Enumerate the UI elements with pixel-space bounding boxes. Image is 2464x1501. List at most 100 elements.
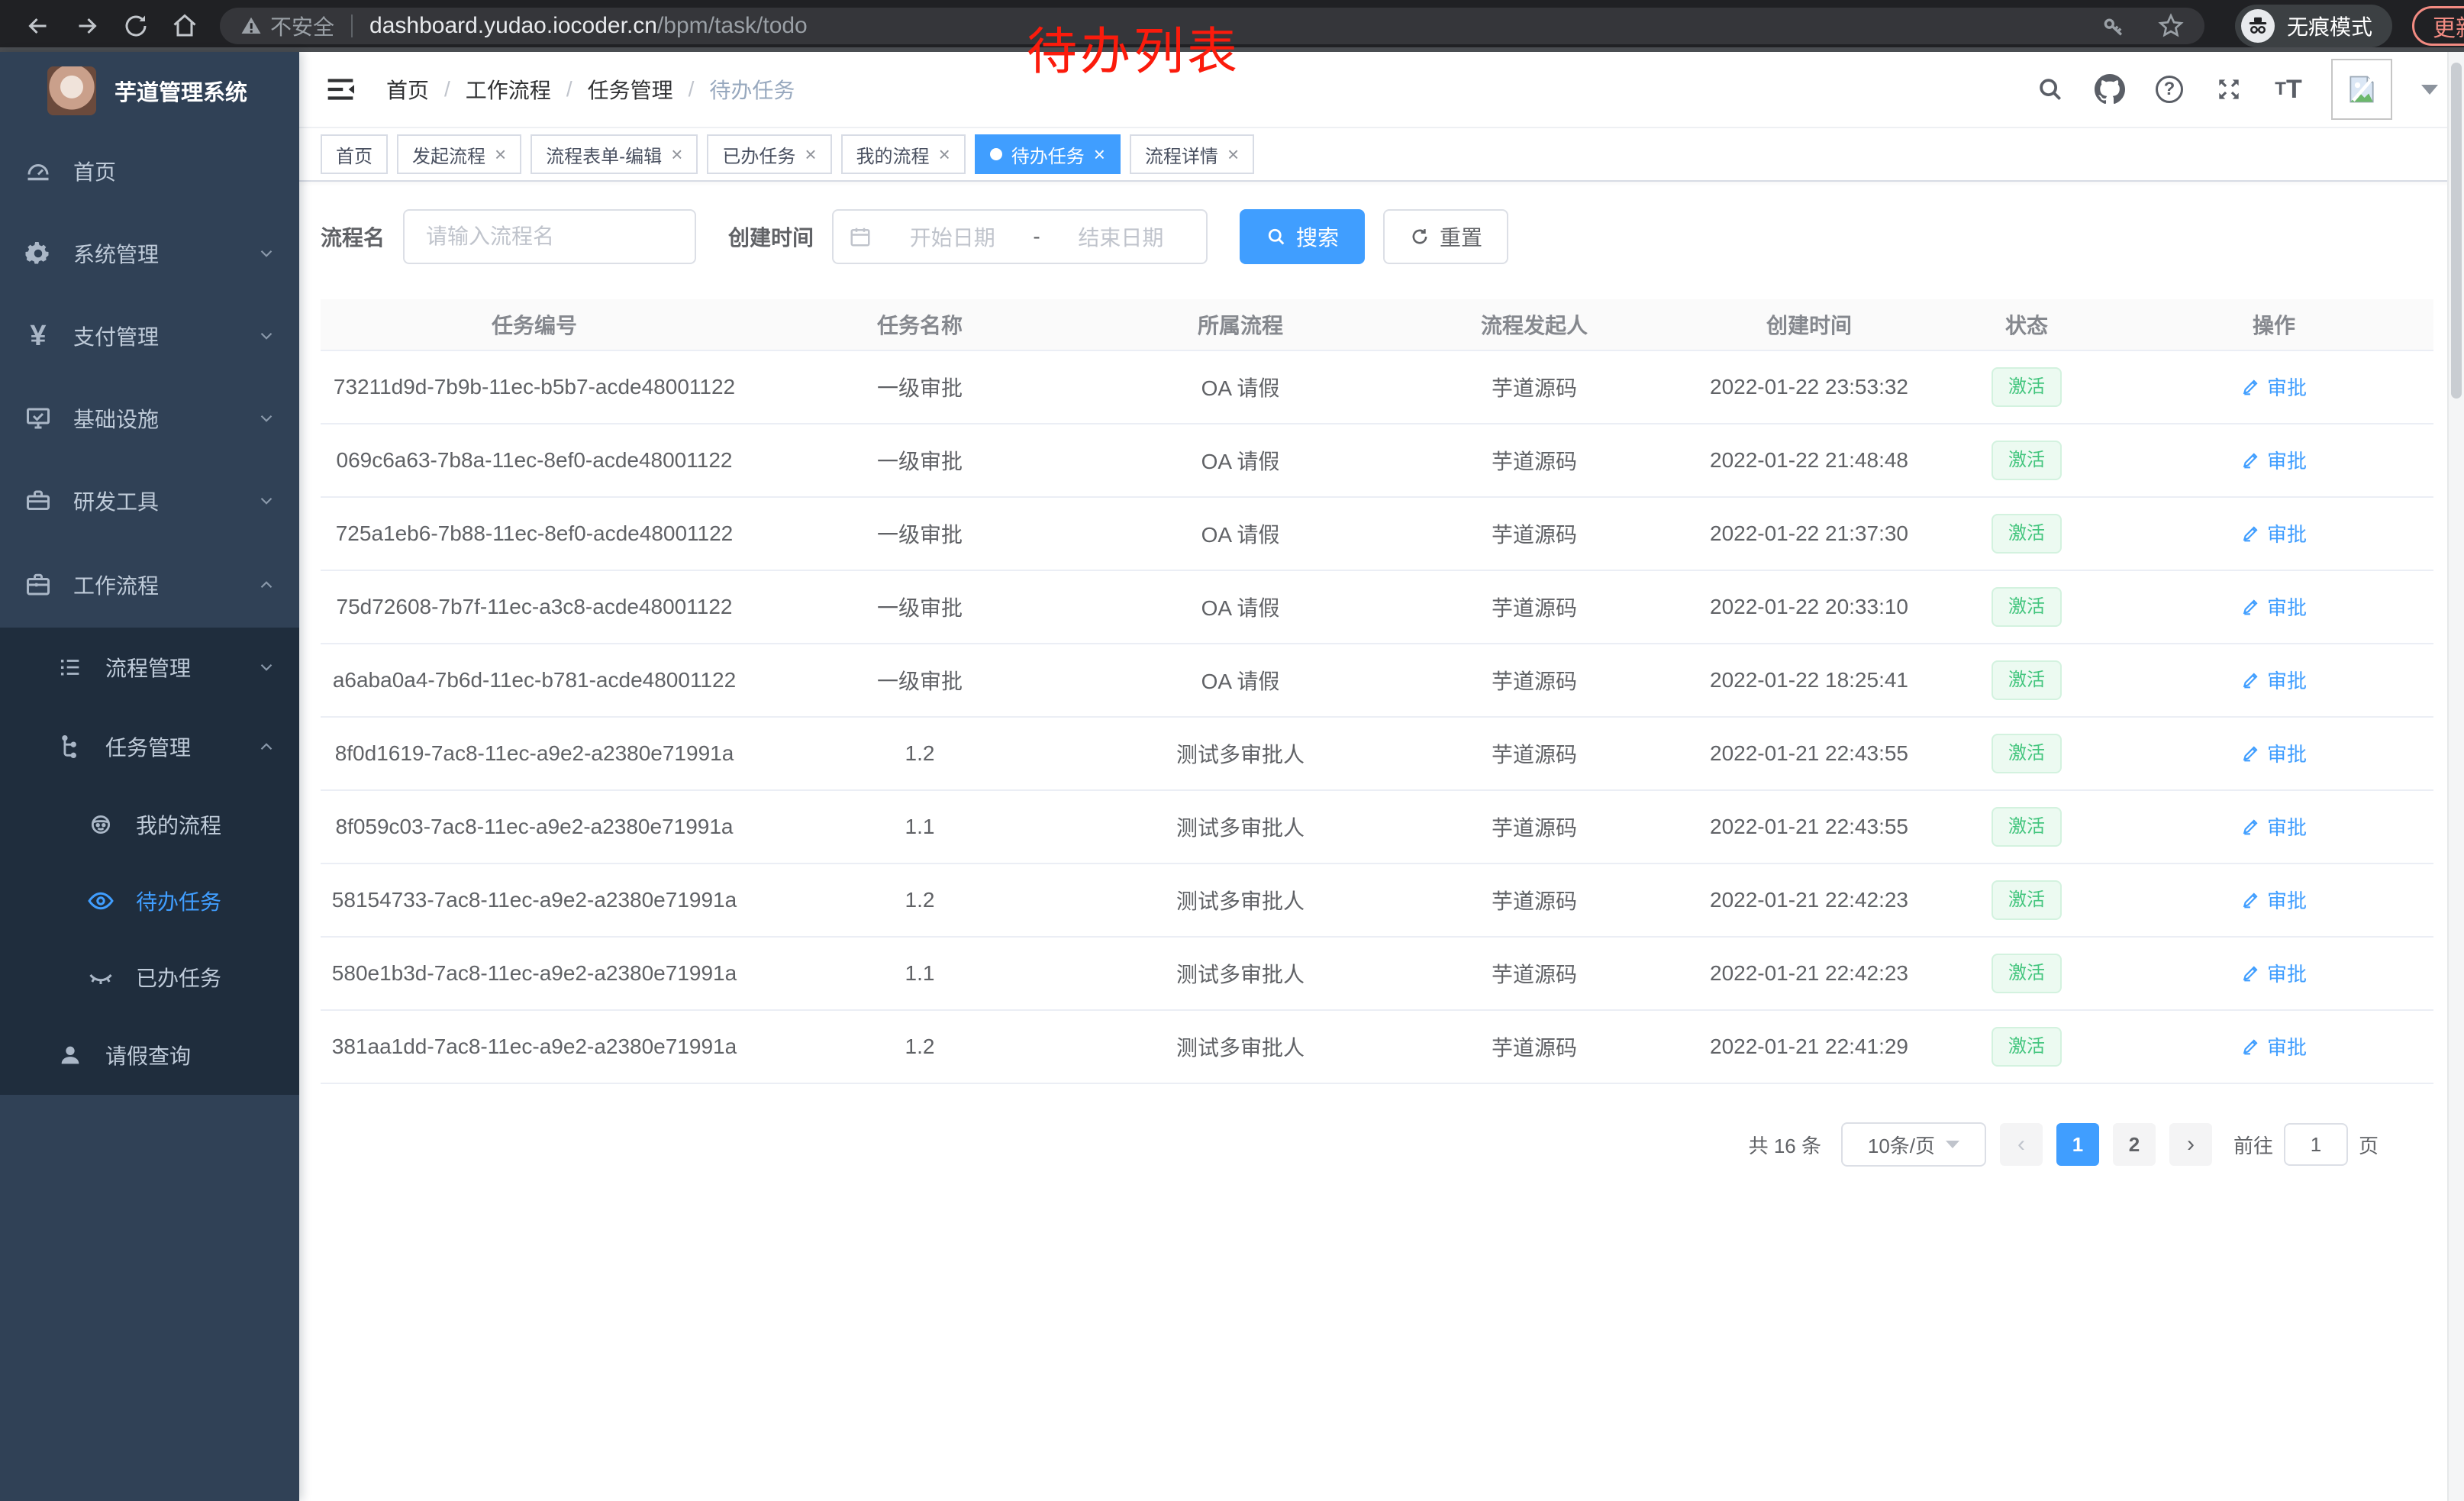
approve-button[interactable]: 审批 <box>2241 373 2307 401</box>
yen-icon: ¥ <box>23 321 53 351</box>
github-icon[interactable] <box>2093 73 2127 106</box>
toolbox-icon <box>23 486 53 516</box>
date-range-picker[interactable]: 开始日期 - 结束日期 <box>832 209 1208 264</box>
sidebar-item-system[interactable]: 系统管理 <box>0 212 299 295</box>
chevron-down-icon <box>256 491 276 511</box>
close-icon[interactable]: × <box>1227 144 1239 164</box>
close-icon[interactable]: × <box>671 144 682 164</box>
tab-my-process[interactable]: 我的流程× <box>841 134 966 174</box>
security-warning[interactable]: 不安全 <box>240 11 334 41</box>
tab-start-process[interactable]: 发起流程× <box>397 134 521 174</box>
page-1-button[interactable]: 1 <box>2056 1123 2099 1166</box>
incognito-icon <box>2241 9 2275 43</box>
page-2-button[interactable]: 2 <box>2113 1123 2156 1166</box>
back-icon[interactable] <box>14 6 63 46</box>
url-host: dashboard.yudao.iocoder.cn <box>369 13 657 39</box>
chevron-up-icon <box>256 737 276 757</box>
close-icon[interactable]: × <box>1094 144 1105 164</box>
key-icon[interactable] <box>2101 13 2127 39</box>
status-badge: 激活 <box>1992 587 2062 626</box>
table-row: 725a1eb6-7b88-11ec-8ef0-acde48001122 一级审… <box>321 498 2433 571</box>
approve-button[interactable]: 审批 <box>2241 739 2307 767</box>
edit-icon <box>2241 596 2261 616</box>
status-badge: 激活 <box>1992 734 2062 773</box>
approve-button[interactable]: 审批 <box>2241 519 2307 547</box>
status-badge: 激活 <box>1992 954 2062 993</box>
sidebar-fold-icon[interactable] <box>325 76 356 103</box>
sidebar-item-todo-tasks[interactable]: 待办任务 <box>0 863 299 939</box>
col-created: 创建时间 <box>1679 309 1939 340</box>
close-icon[interactable]: × <box>805 144 816 164</box>
tags-view: 首页 发起流程× 流程表单-编辑× 已办任务× 我的流程× 待办任务× 流程详情… <box>299 128 2464 182</box>
sidebar-item-infra[interactable]: 基础设施 <box>0 377 299 460</box>
tab-done-tasks[interactable]: 已办任务× <box>707 134 831 174</box>
sidebar-logo[interactable]: 芋道管理系统 <box>0 52 299 130</box>
edit-icon <box>2241 523 2261 543</box>
broken-image-icon <box>2345 73 2379 106</box>
home-icon[interactable] <box>160 6 209 46</box>
main-area: 首页 / 工作流程 / 任务管理 / 待办任务 ? <box>299 52 2464 1501</box>
browser-update-button[interactable]: 更新 <box>2412 6 2464 46</box>
sidebar: 芋道管理系统 首页 系统管理 ¥ 支付管理 基础设施 <box>0 52 299 1501</box>
search-button[interactable]: 搜索 <box>1240 209 1365 264</box>
breadcrumb-home[interactable]: 首页 <box>386 74 429 105</box>
status-badge: 激活 <box>1992 514 2062 553</box>
bookmark-star-icon[interactable] <box>2157 12 2185 40</box>
list-icon <box>55 652 85 683</box>
process-name-label: 流程名 <box>321 221 385 252</box>
tab-form-edit[interactable]: 流程表单-编辑× <box>531 134 698 174</box>
help-icon[interactable]: ? <box>2153 73 2186 106</box>
approve-button[interactable]: 审批 <box>2241 959 2307 987</box>
avatar-caret-icon[interactable] <box>2421 85 2438 95</box>
edit-icon <box>2241 450 2261 470</box>
goto-page-input[interactable] <box>2284 1123 2348 1166</box>
table-header: 任务编号 任务名称 所属流程 流程发起人 创建时间 状态 操作 <box>321 299 2433 351</box>
approve-button[interactable]: 审批 <box>2241 1032 2307 1060</box>
col-initiator: 流程发起人 <box>1389 309 1679 340</box>
breadcrumb-workflow[interactable]: 工作流程 <box>466 74 551 105</box>
reload-icon[interactable] <box>111 6 160 46</box>
page-size-select[interactable]: 10条/页 <box>1841 1122 1986 1167</box>
approve-button[interactable]: 审批 <box>2241 446 2307 474</box>
sidebar-item-payment[interactable]: ¥ 支付管理 <box>0 295 299 377</box>
security-label: 不安全 <box>270 11 334 41</box>
status-badge: 激活 <box>1992 880 2062 919</box>
process-name-input[interactable] <box>403 209 696 264</box>
sidebar-item-devtools[interactable]: 研发工具 <box>0 460 299 542</box>
col-actions: 操作 <box>2114 309 2433 340</box>
approve-button[interactable]: 审批 <box>2241 812 2307 841</box>
tab-todo-tasks[interactable]: 待办任务× <box>975 134 1121 174</box>
app-title: 芋道管理系统 <box>114 75 247 107</box>
table-row: 8f059c03-7ac8-11ec-a9e2-a2380e71991a 1.1… <box>321 791 2433 864</box>
sidebar-item-my-process[interactable]: 我的流程 <box>0 786 299 863</box>
search-icon[interactable] <box>2033 73 2067 106</box>
tab-process-detail[interactable]: 流程详情× <box>1130 134 1254 174</box>
close-icon[interactable]: × <box>939 144 950 164</box>
font-size-icon[interactable]: TT <box>2272 73 2305 106</box>
fullscreen-icon[interactable] <box>2212 73 2246 106</box>
breadcrumb-task-mgmt[interactable]: 任务管理 <box>588 74 673 105</box>
reset-button[interactable]: 重置 <box>1383 209 1508 264</box>
tab-home[interactable]: 首页 <box>321 134 388 174</box>
sidebar-item-workflow[interactable]: 工作流程 <box>0 542 299 628</box>
approve-button[interactable]: 审批 <box>2241 666 2307 694</box>
close-icon[interactable]: × <box>495 144 506 164</box>
annotation-text: 待办列表 <box>1027 11 1240 84</box>
sidebar-item-home[interactable]: 首页 <box>0 130 299 212</box>
sidebar-item-leave-query[interactable]: 请假查询 <box>0 1015 299 1095</box>
scrollbar-thumb[interactable] <box>2451 63 2462 399</box>
next-page-button[interactable]: › <box>2169 1123 2212 1166</box>
table-row: a6aba0a4-7b6d-11ec-b781-acde48001122 一级审… <box>321 644 2433 718</box>
approve-button[interactable]: 审批 <box>2241 886 2307 914</box>
end-date-placeholder: 结束日期 <box>1051 221 1191 252</box>
navbar-actions: ? TT <box>2033 59 2438 120</box>
sidebar-item-task-mgmt[interactable]: 任务管理 <box>0 707 299 786</box>
sidebar-item-done-tasks[interactable]: 已办任务 <box>0 939 299 1015</box>
prev-page-button[interactable]: ‹ <box>2000 1123 2043 1166</box>
sidebar-item-process-mgmt[interactable]: 流程管理 <box>0 628 299 707</box>
approve-button[interactable]: 审批 <box>2241 592 2307 621</box>
avatar[interactable] <box>2331 59 2392 120</box>
forward-icon[interactable] <box>63 6 111 46</box>
chevron-down-icon <box>256 326 276 346</box>
browser-scrollbar[interactable] <box>2447 52 2464 1501</box>
